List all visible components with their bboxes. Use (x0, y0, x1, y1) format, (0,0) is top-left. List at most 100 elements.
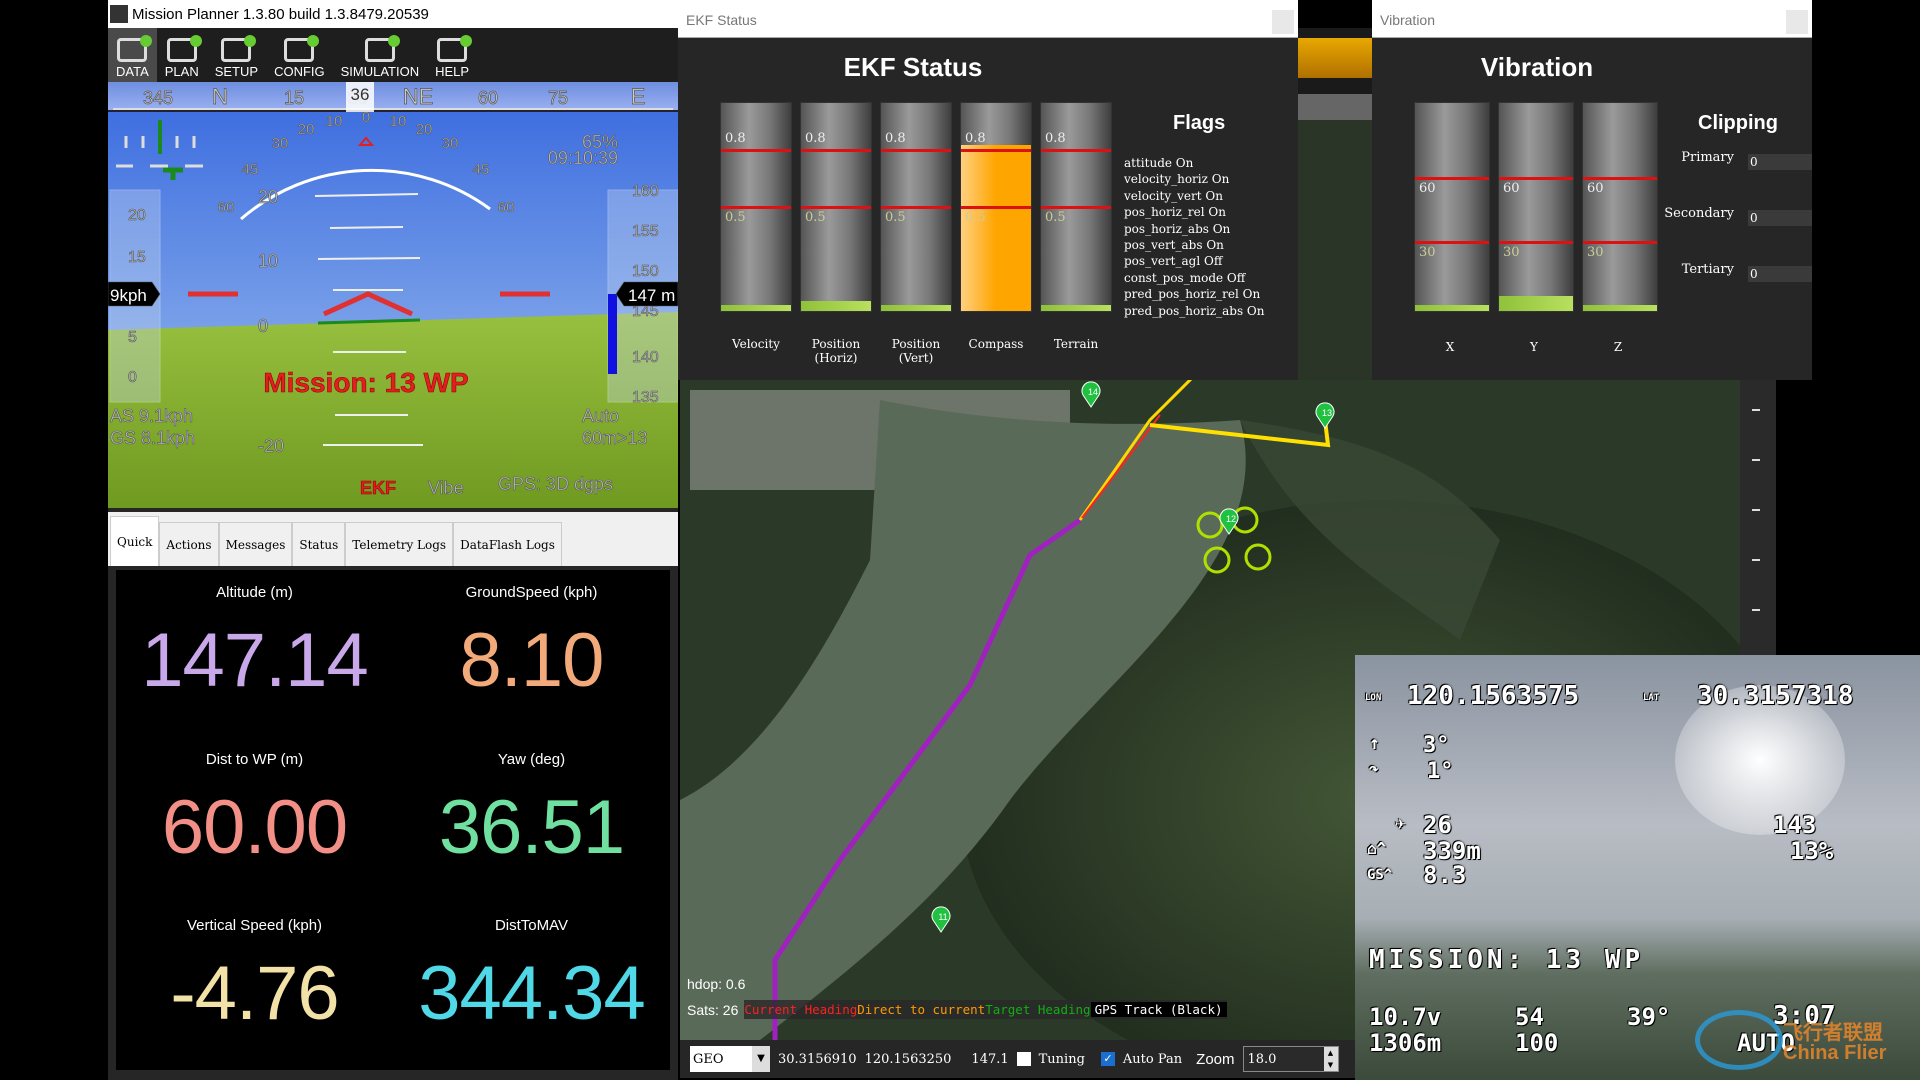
threshold-label: 0.5 (1045, 210, 1066, 225)
map-status-bar: GEO ▼ 30.3156910 120.1563250 147.1 Tunin… (680, 1040, 1356, 1078)
tuning-label: Tuning (1038, 1051, 1085, 1067)
toolbar-plan-button[interactable]: PLAN (157, 28, 207, 82)
bar-label: X (1445, 340, 1455, 354)
stepper-arrows-icon[interactable]: ▲ ▼ (1323, 1047, 1338, 1071)
ardupilot-logo (1298, 38, 1372, 78)
bar-fill (961, 144, 1031, 311)
tab-telemetry-logs[interactable]: Telemetry Logs (345, 522, 454, 566)
zoom-stepper[interactable]: 18.0 ▲ ▼ (1242, 1046, 1339, 1072)
bar-label: Position (Horiz) (811, 337, 861, 365)
tab-messages[interactable]: Messages (218, 522, 293, 566)
help-monitor-icon (437, 35, 473, 62)
quick-cell[interactable]: Vertical Speed (kph) -4.76 (116, 903, 393, 1070)
heading-tick: 15 (284, 88, 304, 108)
ekf-indicator[interactable]: EKF (360, 478, 397, 499)
pitch-tick: 0 (258, 316, 268, 336)
tab-dataflash-logs[interactable]: DataFlash Logs (453, 522, 562, 566)
sats-readout: Sats: 26 (687, 1001, 739, 1018)
roll-tick: 60 (218, 199, 235, 216)
threshold-label: 60 (1503, 181, 1520, 196)
bar-position-horiz-: 0.8 0.5 (800, 102, 872, 312)
mission-planner-window: Mission Planner 1.3.80 build 1.3.8479.20… (107, 0, 679, 1080)
ekf-flag: const_pos_mode Off (1124, 270, 1246, 285)
close-button[interactable] (1786, 10, 1808, 34)
roll-tick: 10 (390, 113, 407, 130)
autopan-label: Auto Pan (1122, 1051, 1183, 1067)
data-tabs: Quick Actions Messages Status Telemetry Logs… (108, 512, 678, 566)
map-legend: Sats: 26 Current Heading Direct to curren… (687, 1000, 1227, 1019)
heading-tape: 345N1530NE6075E36 (108, 82, 678, 112)
zoom-value: 18.0 (1247, 1051, 1277, 1067)
tab-actions[interactable]: Actions (159, 522, 219, 566)
speed-tick: 0 (128, 369, 137, 386)
chevron-down-icon: ▼ (752, 1046, 770, 1072)
ekf-flag: pred_pos_horiz_abs On (1124, 303, 1265, 318)
pitch-arrow-icon: ↑ (1369, 733, 1380, 754)
fpv-video-feed: LON 120.1563575 LAT 30.3157318 ↑ 3° ↷ 1°… (1355, 655, 1920, 1080)
quick-value: 147.14 (141, 618, 368, 703)
quick-label: GroundSpeed (kph) (465, 584, 598, 601)
coord-system-select[interactable]: GEO ▼ (690, 1046, 770, 1072)
coord-system-value: GEO (693, 1051, 724, 1067)
clock-readout: 09:10:39 (548, 148, 618, 168)
clipping-title: Clipping (1698, 112, 1778, 134)
threshold-label: 0.8 (805, 131, 826, 146)
hud-message: Mission: 13 WP (263, 367, 468, 398)
ekf-flag: velocity_horiz On (1124, 172, 1230, 187)
window-title: Mission Planner 1.3.80 build 1.3.8479.20… (132, 5, 429, 23)
tab-status[interactable]: Status (292, 522, 346, 566)
toolbar-config-button[interactable]: CONFIG (266, 28, 333, 82)
quick-value: -4.76 (170, 951, 339, 1037)
roll-tick: 60 (498, 199, 515, 216)
quick-cell[interactable]: Altitude (m) 147.14 (116, 570, 393, 737)
roll-tick: 10 (326, 113, 343, 130)
bar-label: Y (1530, 340, 1538, 354)
bar-label: Terrain (1053, 337, 1099, 351)
vibe-indicator[interactable]: Vibe (428, 478, 464, 499)
map-edge (1298, 120, 1372, 380)
tuning-checkbox[interactable] (1016, 1052, 1031, 1066)
threshold-label: 0.8 (965, 131, 986, 146)
hud: 20 10 0 -20 60 45 30 20 10 0 10 20 30 45 60 20 15 5 0 160 15… (107, 109, 679, 508)
toolbar-help-button[interactable]: HELP (427, 28, 477, 82)
quick-cell[interactable]: DistToMAV 344.34 (393, 903, 670, 1070)
autopan-checkbox[interactable]: ✓ (1100, 1052, 1115, 1066)
bar-fill (1583, 304, 1657, 311)
toolbar-data-button[interactable]: DATA (108, 28, 157, 82)
osd-heading: 39° (1627, 1003, 1671, 1031)
threshold-label: 0.8 (1045, 131, 1066, 146)
close-button[interactable] (1272, 10, 1294, 34)
flight-mode: Auto (582, 406, 619, 426)
clipping-label: Primary (1681, 150, 1734, 165)
quick-value: 344.34 (418, 951, 645, 1037)
bar-label: Position (Vert) (891, 337, 941, 365)
bar-velocity: 0.8 0.5 (720, 102, 792, 312)
tab-quick[interactable]: Quick (110, 516, 160, 566)
vibration-window-title: Vibration (1372, 0, 1812, 38)
legend-item: Direct to current (857, 1002, 986, 1017)
bar-y: 60 30 (1498, 102, 1574, 312)
clipping-value: 0 (1748, 266, 1812, 283)
quick-cell[interactable]: Yaw (deg) 36.51 (393, 737, 670, 904)
clipping-value: 0 (1748, 210, 1812, 227)
quick-cell[interactable]: Dist to WP (m) 60.00 (116, 737, 393, 904)
legend-item: GPS Track (Black) (1090, 1002, 1227, 1017)
ekf-status-window: EKF Status EKF Status Flags 0.8 0.5 Veloci… (678, 0, 1298, 380)
threshold-label: 30 (1503, 245, 1520, 260)
toolbar-setup-button[interactable]: SETUP (207, 28, 266, 82)
altitude-tick: 140 (632, 349, 659, 366)
airspeed-readout: AS 9.1kph (110, 406, 193, 426)
clipping-value: 0 (1748, 154, 1812, 171)
heading-tick: NE (403, 84, 434, 109)
quick-cell[interactable]: GroundSpeed (kph) 8.10 (393, 570, 670, 737)
gear-icon (221, 35, 257, 62)
toolbar-simulation-button[interactable]: SIMULATION (333, 28, 428, 82)
globe-icon (166, 35, 202, 62)
osd-throttle: 13% (1790, 837, 1834, 865)
bar-fill (1499, 296, 1573, 311)
threshold-label: 0.8 (885, 131, 906, 146)
osd-distance: 1306m (1369, 1029, 1442, 1057)
main-toolbar: DATA PLAN SETUP CONFIG SIMULATION HELP (108, 28, 678, 82)
osd-lon: 120.1563575 (1407, 681, 1580, 711)
bar-fill (1041, 304, 1111, 311)
